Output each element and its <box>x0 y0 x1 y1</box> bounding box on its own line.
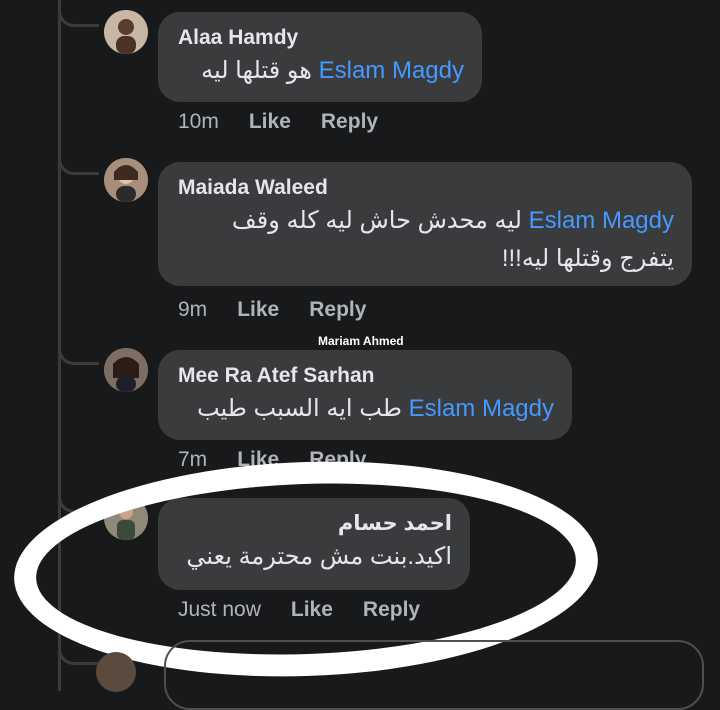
comment-actions: Just now Like Reply <box>178 596 420 624</box>
thread-branch <box>58 2 99 27</box>
thread-branch <box>58 150 99 175</box>
comment-body: ليه محدش حاش ليه كله وقف <box>231 207 522 234</box>
comment-text: Eslam Magdy هو قتلها ليه <box>178 52 464 90</box>
comment-actions: 9m Like Reply <box>178 296 366 324</box>
like-button[interactable]: Like <box>249 108 291 136</box>
comment-author[interactable]: احمد حسام <box>178 510 452 538</box>
comment-time[interactable]: Just now <box>178 596 261 624</box>
reply-input[interactable] <box>164 640 704 710</box>
comment-actions: 7m Like Reply <box>178 446 366 474</box>
watermark-text: Mariam Ahmed <box>318 334 404 348</box>
comment-text-line2: يتفرج وقتلها ليه!!! <box>501 245 674 272</box>
thread-branch <box>58 640 99 665</box>
comment-time[interactable]: 9m <box>178 296 207 324</box>
comment-author[interactable]: Mee Ra Atef Sarhan <box>178 362 554 390</box>
comment-time[interactable]: 7m <box>178 446 207 474</box>
comment-bubble: Alaa Hamdy Eslam Magdy هو قتلها ليه <box>158 12 482 102</box>
comment-body: هو قتلها ليه <box>201 57 312 84</box>
mention-link[interactable]: Eslam Magdy <box>319 57 464 84</box>
comment-bubble: احمد حسام اكيد.بنت مش محترمة يعني <box>158 498 470 590</box>
thread-branch <box>58 488 99 513</box>
comment-actions: 10m Like Reply <box>178 108 378 136</box>
comment-bubble: Mee Ra Atef Sarhan Eslam Magdy طب ايه ال… <box>158 350 572 440</box>
comment-text: Eslam Magdy ليه محدش حاش ليه كله وقف <box>178 202 674 240</box>
like-button[interactable]: Like <box>237 446 279 474</box>
like-button[interactable]: Like <box>291 596 333 624</box>
comment-bubble: Maiada Waleed Eslam Magdy ليه محدش حاش ل… <box>158 162 692 286</box>
reply-button[interactable]: Reply <box>309 446 366 474</box>
comment-body: طب ايه السبب طيب <box>196 395 402 422</box>
avatar <box>96 652 136 692</box>
comment-author[interactable]: Maiada Waleed <box>178 174 674 202</box>
mention-link[interactable]: Eslam Magdy <box>409 395 554 422</box>
avatar[interactable] <box>104 496 148 540</box>
mention-link[interactable]: Eslam Magdy <box>529 207 674 234</box>
thread-branch <box>58 340 99 365</box>
avatar[interactable] <box>104 10 148 54</box>
comment-body: اكيد.بنت مش محترمة يعني <box>186 543 452 570</box>
reply-button[interactable]: Reply <box>309 296 366 324</box>
reply-button[interactable]: Reply <box>363 596 420 624</box>
comment-text: Eslam Magdy طب ايه السبب طيب <box>178 390 554 428</box>
reply-button[interactable]: Reply <box>321 108 378 136</box>
comment-time[interactable]: 10m <box>178 108 219 136</box>
avatar[interactable] <box>104 158 148 202</box>
comment-author[interactable]: Alaa Hamdy <box>178 24 464 52</box>
avatar[interactable] <box>104 348 148 392</box>
like-button[interactable]: Like <box>237 296 279 324</box>
